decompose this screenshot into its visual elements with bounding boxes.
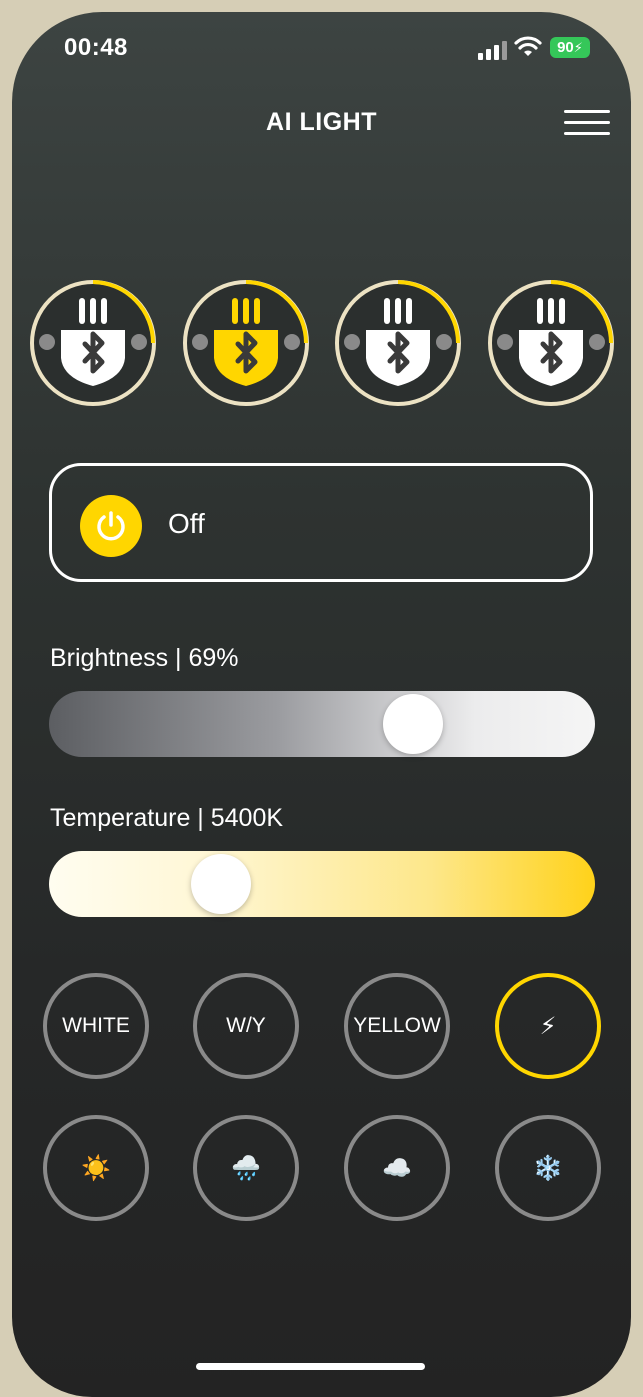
snowflake-icon: ❄️	[533, 1154, 563, 1182]
brightness-label: Brightness | 69%	[50, 644, 239, 672]
temperature-label: Temperature | 5400K	[50, 804, 284, 832]
scene-cloudy-button[interactable]: ☁️	[344, 1115, 450, 1221]
power-toggle-card[interactable]: Off	[49, 463, 593, 582]
mode-yellow-button[interactable]: YELLOW	[344, 973, 450, 1079]
lightning-icon: ⚡	[539, 1012, 557, 1040]
power-state-label: Off	[168, 508, 205, 539]
hamburger-menu-icon[interactable]	[564, 110, 610, 140]
power-button[interactable]	[80, 495, 142, 557]
home-indicator[interactable]	[196, 1363, 425, 1370]
device-3-button[interactable]	[333, 278, 463, 408]
scene-sunny-button[interactable]: ☀️	[43, 1115, 149, 1221]
bluetooth-lamp-icon	[335, 280, 461, 406]
mode-lightning-button[interactable]: ⚡	[495, 973, 601, 1079]
status-bar: 00:48 90⚡	[12, 12, 631, 82]
battery-level: 90	[557, 39, 574, 56]
mode-yellow-label: YELLOW	[353, 1014, 441, 1037]
temperature-slider-thumb[interactable]	[190, 854, 251, 914]
charging-bolt-icon: ⚡	[573, 40, 583, 55]
status-time: 00:48	[64, 34, 128, 61]
mode-white-yellow-button[interactable]: W/Y	[193, 973, 299, 1079]
bluetooth-lamp-icon	[183, 280, 309, 406]
mode-white-button[interactable]: WHITE	[43, 973, 149, 1079]
bluetooth-lamp-icon	[30, 280, 156, 406]
brightness-slider[interactable]	[49, 691, 595, 757]
mode-white-label: WHITE	[62, 1014, 130, 1037]
wifi-icon	[514, 36, 542, 56]
mode-wy-label: W/Y	[226, 1014, 266, 1037]
device-4-button[interactable]	[486, 278, 616, 408]
temperature-slider[interactable]	[49, 851, 595, 917]
device-2-button[interactable]	[181, 278, 311, 408]
rain-cloud-icon: 🌧️	[231, 1154, 261, 1182]
app-screen: 00:48 90⚡ AI LIGHT Off Brightness | 69% …	[12, 12, 631, 1397]
power-icon	[97, 511, 125, 541]
battery-indicator: 90⚡	[550, 37, 590, 58]
sun-icon: ☀️	[81, 1154, 111, 1182]
cellular-signal-icon	[478, 40, 508, 60]
brightness-slider-thumb[interactable]	[383, 694, 444, 754]
cloud-icon: ☁️	[382, 1154, 412, 1182]
device-1-button[interactable]	[28, 278, 158, 408]
page-title: AI LIGHT	[266, 108, 377, 136]
scene-snow-button[interactable]: ❄️	[495, 1115, 601, 1221]
bluetooth-lamp-icon	[488, 280, 614, 406]
scene-rain-button[interactable]: 🌧️	[193, 1115, 299, 1221]
